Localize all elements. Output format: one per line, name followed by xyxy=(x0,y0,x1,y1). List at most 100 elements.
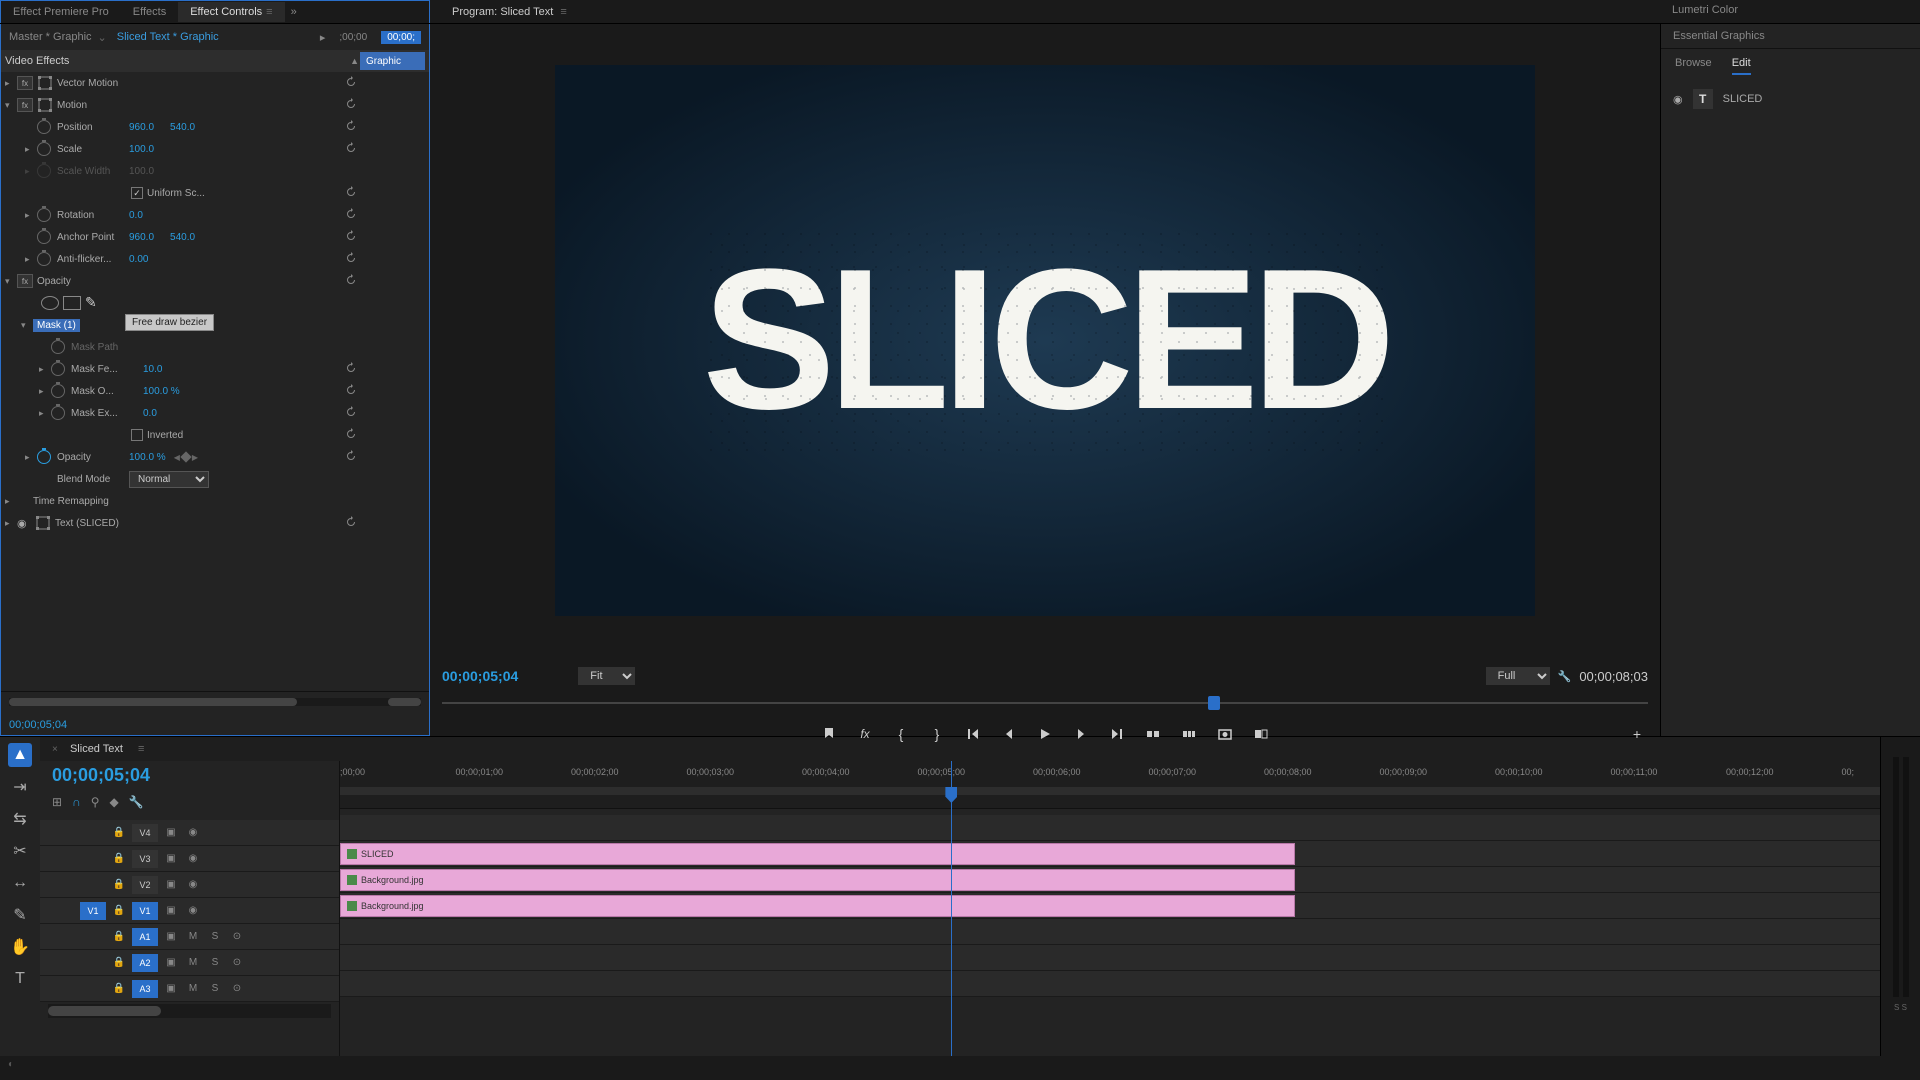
eye-icon[interactable]: ◉ xyxy=(184,903,202,919)
scrub-bar[interactable] xyxy=(442,692,1648,716)
voice-icon[interactable]: ⊙ xyxy=(228,929,246,945)
track-lane-a3[interactable] xyxy=(340,971,1880,997)
reset-icon[interactable] xyxy=(345,428,359,442)
ellipse-mask-button[interactable] xyxy=(41,296,59,310)
reset-icon[interactable] xyxy=(345,274,359,288)
lock-icon[interactable]: 🔒 xyxy=(110,903,128,919)
fx-badge-icon[interactable]: fx xyxy=(17,98,33,112)
fx-badge-icon[interactable]: fx xyxy=(17,76,33,90)
reset-icon[interactable] xyxy=(345,76,359,90)
selection-tool-icon[interactable]: ▲ xyxy=(8,743,32,767)
out-point-icon[interactable]: } xyxy=(926,723,948,745)
add-button-icon[interactable]: + xyxy=(1626,723,1648,745)
track-a3[interactable]: A3 xyxy=(132,980,158,998)
lumetri-tab[interactable]: Lumetri Color xyxy=(1660,0,1920,23)
track-lane-v1[interactable]: Background.jpg xyxy=(340,893,1880,919)
clip-bg-1[interactable]: Background.jpg xyxy=(340,869,1295,891)
solo-button[interactable]: S xyxy=(206,955,224,971)
go-to-out-icon[interactable] xyxy=(1106,723,1128,745)
twirl-icon[interactable]: ▾ xyxy=(21,320,33,331)
go-to-in-icon[interactable] xyxy=(962,723,984,745)
track-lane-a1[interactable] xyxy=(340,919,1880,945)
track-toggle-icon[interactable]: ▣ xyxy=(162,851,180,867)
graphics-layer-row[interactable]: ◉ T SLICED xyxy=(1661,83,1920,115)
vector-motion-label[interactable]: Vector Motion xyxy=(57,78,118,89)
track-toggle-icon[interactable]: ▣ xyxy=(162,903,180,919)
track-v1[interactable]: V1 xyxy=(132,902,158,920)
mute-button[interactable]: M xyxy=(184,955,202,971)
twirl-icon[interactable]: ▸ xyxy=(39,386,51,397)
opacity-effect-label[interactable]: Opacity xyxy=(37,276,71,287)
position-y-value[interactable]: 540.0 xyxy=(170,122,195,133)
twirl-icon[interactable]: ▾ xyxy=(5,276,17,287)
edit-tab[interactable]: Edit xyxy=(1732,57,1751,75)
track-a1[interactable]: A1 xyxy=(132,928,158,946)
ec-scrollbar[interactable] xyxy=(9,698,297,706)
type-tool-icon[interactable]: T xyxy=(8,967,32,991)
reset-icon[interactable] xyxy=(345,516,359,530)
track-toggle-icon[interactable]: ▣ xyxy=(162,981,180,997)
video-preview[interactable]: SLICED xyxy=(555,65,1535,616)
settings-icon[interactable]: 🔧 xyxy=(129,795,144,809)
resolution-select[interactable]: Full xyxy=(1486,667,1550,685)
lock-icon[interactable]: 🔒 xyxy=(110,851,128,867)
reset-icon[interactable] xyxy=(345,186,359,200)
time-remapping-label[interactable]: Time Remapping xyxy=(33,496,109,507)
comparison-icon[interactable] xyxy=(1250,723,1272,745)
step-back-icon[interactable] xyxy=(998,723,1020,745)
track-select-tool-icon[interactable]: ⇥ xyxy=(8,775,32,799)
add-keyframe-icon[interactable] xyxy=(180,451,191,462)
eye-icon[interactable]: ◉ xyxy=(1673,93,1683,106)
stopwatch-icon[interactable] xyxy=(37,450,51,464)
playhead-line[interactable] xyxy=(951,761,952,1056)
text-layer-label[interactable]: Text (SLICED) xyxy=(55,518,119,529)
stopwatch-icon[interactable] xyxy=(51,340,65,354)
tab-effect-premiere[interactable]: Effect Premiere Pro xyxy=(1,2,121,22)
track-lane-v2[interactable]: Background.jpg xyxy=(340,867,1880,893)
razor-tool-icon[interactable]: ✂ xyxy=(8,839,32,863)
stopwatch-icon[interactable] xyxy=(51,384,65,398)
voice-icon[interactable]: ⊙ xyxy=(228,955,246,971)
eye-icon[interactable]: ◉ xyxy=(184,877,202,893)
timeline-time[interactable]: 00;00;05;04 xyxy=(40,761,339,790)
track-toggle-icon[interactable]: ▣ xyxy=(162,825,180,841)
twirl-icon[interactable]: ▸ xyxy=(5,518,17,529)
settings-icon[interactable]: 🔧 xyxy=(1558,670,1572,683)
reset-icon[interactable] xyxy=(345,230,359,244)
eye-icon[interactable]: ◉ xyxy=(184,825,202,841)
lock-icon[interactable]: 🔒 xyxy=(110,955,128,971)
twirl-icon[interactable]: ▸ xyxy=(25,144,37,155)
eye-icon[interactable]: ◉ xyxy=(184,851,202,867)
collapse-icon[interactable]: ▲ xyxy=(350,56,359,66)
next-keyframe-icon[interactable]: ▶ xyxy=(192,453,198,462)
clip-sliced[interactable]: SLICED xyxy=(340,843,1295,865)
ec-scrollbar-r[interactable] xyxy=(388,698,421,706)
pen-mask-button[interactable] xyxy=(85,296,103,310)
fx-badge-icon[interactable]: fx xyxy=(17,274,33,288)
track-a2[interactable]: A2 xyxy=(132,954,158,972)
reset-icon[interactable] xyxy=(345,362,359,376)
step-forward-icon[interactable] xyxy=(1070,723,1092,745)
mute-button[interactable]: M xyxy=(184,929,202,945)
lift-icon[interactable] xyxy=(1142,723,1164,745)
stopwatch-icon[interactable] xyxy=(51,362,65,376)
mask-expansion-value[interactable]: 0.0 xyxy=(143,408,157,419)
reset-icon[interactable] xyxy=(345,142,359,156)
snap-icon[interactable]: ⊞ xyxy=(52,795,62,809)
marker-icon[interactable] xyxy=(818,723,840,745)
inverted-checkbox[interactable] xyxy=(131,429,143,441)
twirl-icon[interactable]: ▾ xyxy=(5,100,17,111)
mask-1-label[interactable]: Mask (1) xyxy=(33,319,80,332)
track-lane-v3[interactable]: SLICED xyxy=(340,841,1880,867)
reset-icon[interactable] xyxy=(345,406,359,420)
program-tab-menu-icon[interactable]: ≡ xyxy=(557,6,566,18)
reset-icon[interactable] xyxy=(345,120,359,134)
twirl-icon[interactable]: ▸ xyxy=(5,78,17,89)
blend-mode-select[interactable]: Normal xyxy=(129,471,209,488)
go-to-in-icon[interactable]: ▸ xyxy=(320,31,326,44)
stopwatch-icon[interactable] xyxy=(37,208,51,222)
master-clip-label[interactable]: Master * Graphic xyxy=(9,31,92,43)
sequence-clip-label[interactable]: Sliced Text * Graphic xyxy=(117,31,219,43)
twirl-icon[interactable]: ▸ xyxy=(25,210,37,221)
voice-icon[interactable]: ⊙ xyxy=(228,981,246,997)
